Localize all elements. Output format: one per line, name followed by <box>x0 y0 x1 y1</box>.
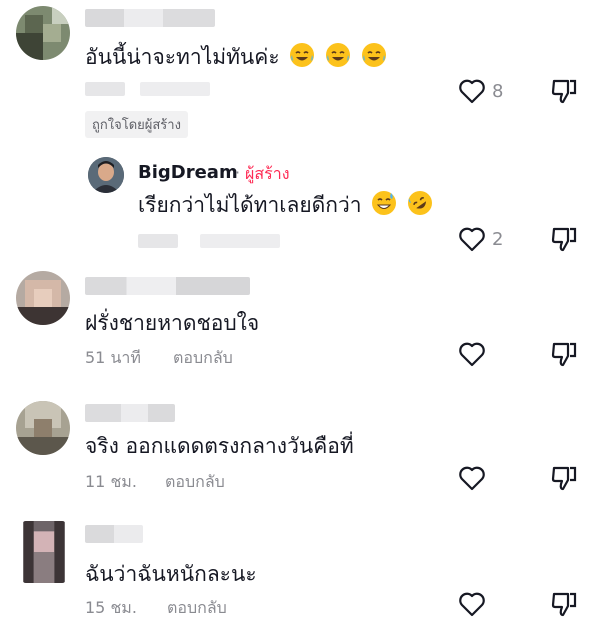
avatar[interactable] <box>22 521 66 583</box>
thumbs-down-icon <box>551 342 577 367</box>
heart-outline-icon <box>459 466 485 491</box>
comment-timestamp: 15 ชม. <box>85 598 137 617</box>
pixelated-avatar-image <box>16 271 70 325</box>
reply-timestamp-redacted <box>138 234 178 248</box>
username-redacted <box>85 404 175 422</box>
avatar[interactable] <box>16 6 70 60</box>
face-with-tears-of-joy-icon <box>290 43 315 67</box>
pixelated-avatar-image <box>16 6 70 60</box>
reply-reply-button-redacted <box>200 234 280 248</box>
comment-text: ฝรั่งชายหาดชอบใจ <box>85 311 260 335</box>
like-count: 2 <box>492 228 504 250</box>
face-with-tears-of-joy-icon <box>326 43 350 67</box>
heart-outline-icon <box>459 342 485 367</box>
thumbs-down-icon <box>551 227 577 252</box>
dislike-button[interactable] <box>550 590 578 621</box>
thumbs-down-icon <box>551 466 577 491</box>
heart-outline-icon <box>459 227 485 252</box>
creator-avatar[interactable] <box>88 157 124 193</box>
reply-button[interactable]: ตอบกลับ <box>173 346 233 371</box>
pixelated-avatar-image <box>16 401 70 455</box>
comment-text: อันนี้น่าจะทาไม่ทันค่ะ <box>85 42 387 71</box>
reply-button[interactable]: ตอบกลับ <box>165 470 225 495</box>
username-redacted <box>85 277 250 295</box>
dislike-button[interactable] <box>550 340 578 372</box>
comment-item: ฝรั่งชายหาดชอบใจ 51 นาที ตอบกลับ <box>0 265 600 385</box>
avatar[interactable] <box>16 401 70 455</box>
face-with-tears-of-joy-icon <box>361 43 386 67</box>
creator-photo <box>88 157 124 193</box>
comment-item: จริง ออกแดดตรงกลางวันคือที่ 11 ชม. ตอบกล… <box>0 395 600 515</box>
like-button[interactable]: 2 <box>458 226 503 252</box>
grinning-face-with-sweat-icon <box>372 191 397 215</box>
heart-outline-icon <box>459 592 485 617</box>
dislike-button[interactable] <box>550 77 578 109</box>
reply-text: เรียกว่าไม่ได้ทาเลยดีกว่า <box>138 190 433 219</box>
like-count: 8 <box>492 80 504 102</box>
reply-item: BigDream · ผู้สร้าง เรียกว่าไม่ได้ทาเลยด… <box>0 150 600 260</box>
creator-liked-badge: ถูกใจโดยผู้สร้าง <box>85 111 188 138</box>
reply-button[interactable]: ตอบกลับ <box>167 596 227 621</box>
rolling-on-floor-laughing-icon <box>407 191 432 215</box>
comment-timestamp: 51 นาที <box>85 348 141 367</box>
like-button[interactable] <box>458 465 486 491</box>
username-redacted <box>85 9 215 27</box>
comment-text: จริง ออกแดดตรงกลางวันคือที่ <box>85 434 354 458</box>
username-redacted <box>85 525 143 543</box>
comment-text: ฉันว่าฉันหนักละนะ <box>85 562 257 586</box>
like-button[interactable] <box>458 591 486 617</box>
reply-author-name[interactable]: BigDream <box>138 162 238 183</box>
thumbs-down-icon <box>551 592 577 617</box>
dislike-button[interactable] <box>550 464 578 496</box>
pixelated-avatar-image <box>23 521 65 583</box>
like-button[interactable]: 8 <box>458 78 503 104</box>
comment-timestamp: 11 ชม. <box>85 472 137 491</box>
reply-button-redacted <box>140 82 210 96</box>
comment-item: อันนี้น่าจะทาไม่ทันค่ะ ถูกใจโดยผู้สร้าง … <box>0 0 600 150</box>
separator-dot: · <box>235 163 241 182</box>
timestamp-redacted <box>85 82 125 96</box>
comment-item: ฉันว่าฉันหนักละนะ 15 ชม. ตอบกลับ <box>0 515 600 621</box>
like-button[interactable] <box>458 341 486 367</box>
heart-outline-icon <box>459 79 485 104</box>
thumbs-down-icon <box>551 79 577 104</box>
avatar[interactable] <box>16 271 70 325</box>
dislike-button[interactable] <box>550 225 578 257</box>
creator-tag: ผู้สร้าง <box>245 164 290 183</box>
